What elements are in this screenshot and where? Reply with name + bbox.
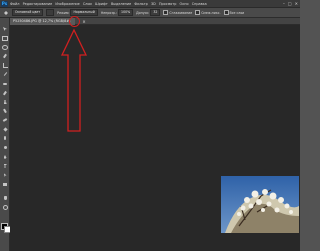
fill-source-select[interactable]: Основной цвет	[12, 9, 44, 16]
menu-view[interactable]: Просмотр	[159, 2, 176, 6]
quick-select-tool-icon[interactable]	[2, 53, 8, 59]
opacity-input[interactable]: 100%	[118, 9, 134, 16]
paint-bucket-icon	[4, 10, 8, 15]
antialias-label: Сглаживание	[169, 10, 193, 15]
close-icon[interactable]: ×	[80, 18, 88, 25]
antialias-checkbox[interactable]: Сглаживание	[163, 10, 192, 15]
opacity-label: Непрозр.:	[100, 10, 118, 15]
menu-layers[interactable]: Слои	[83, 2, 92, 6]
menu-3d[interactable]: 3D	[151, 2, 156, 6]
document-photo[interactable]	[221, 176, 299, 233]
all-layers-check[interactable]	[223, 10, 229, 15]
antialias-check[interactable]	[163, 10, 169, 15]
paint-bucket-icon[interactable]	[2, 126, 8, 132]
tools-panel	[0, 18, 11, 251]
menu-help[interactable]: Справка	[192, 2, 207, 6]
lasso-tool-icon[interactable]	[2, 44, 8, 50]
menu-bar: Ps Файл Редактирование Изображение Слои …	[0, 0, 300, 8]
tolerance-input[interactable]: 32	[150, 9, 161, 16]
document-title: P5250486.JPG @ 12,7% (RGB/8#)	[13, 19, 71, 23]
hand-tool-icon[interactable]	[2, 195, 8, 201]
mode-group: Режим: Нормальный	[57, 9, 98, 16]
menu-type[interactable]: Шрифт	[95, 2, 108, 6]
shape-tool-icon[interactable]	[2, 181, 8, 187]
blur-tool-icon[interactable]	[2, 135, 8, 141]
contiguous-checkbox[interactable]: Смеж.пикс.	[195, 10, 221, 15]
crop-tool-icon[interactable]	[2, 62, 8, 68]
menu-file[interactable]: Файл	[10, 2, 19, 6]
canvas-area[interactable]	[10, 25, 300, 251]
annotation-circle	[69, 16, 80, 27]
healing-tool-icon[interactable]	[2, 81, 8, 87]
options-bar: Основной цвет Режим: Нормальный Непрозр.…	[0, 8, 300, 18]
all-layers-label: Все слои	[229, 10, 245, 15]
fill-source-value: Основной цвет	[12, 9, 44, 16]
blossom-tree-image	[221, 176, 299, 233]
menu-image[interactable]: Изображение	[55, 2, 79, 6]
marquee-tool-icon[interactable]	[2, 35, 8, 41]
opacity-group: Непрозр.: 100%	[100, 9, 134, 16]
menu-filter[interactable]: Фильтр	[134, 2, 147, 6]
pattern-swatch	[46, 9, 55, 16]
menu-select[interactable]: Выделение	[111, 2, 131, 6]
path-select-icon[interactable]	[2, 172, 8, 178]
history-brush-icon[interactable]	[2, 108, 8, 114]
contiguous-label: Смеж.пикс.	[201, 10, 221, 15]
menu-window[interactable]: Окно	[180, 2, 189, 6]
eraser-tool-icon[interactable]	[2, 117, 8, 123]
type-tool-icon[interactable]	[2, 163, 8, 169]
stamp-tool-icon[interactable]	[2, 99, 8, 105]
close-window-button[interactable]: ✕	[295, 1, 298, 6]
maximize-button[interactable]: □	[288, 1, 292, 6]
all-layers-checkbox[interactable]: Все слои	[223, 10, 245, 15]
mode-select[interactable]: Нормальный	[70, 9, 98, 16]
mode-label: Режим:	[57, 10, 70, 15]
zoom-tool-icon[interactable]	[2, 204, 8, 210]
pen-tool-icon[interactable]	[2, 154, 8, 160]
minimize-button[interactable]: –	[283, 1, 285, 6]
pattern-picker[interactable]	[46, 9, 55, 16]
tolerance-group: Допуск: 32	[136, 9, 161, 16]
eyedropper-tool-icon[interactable]	[2, 71, 8, 77]
brush-tool-icon[interactable]	[2, 90, 8, 96]
photoshop-logo-icon: Ps	[1, 0, 8, 7]
document-tab[interactable]: P5250486.JPG @ 12,7% (RGB/8#)	[10, 18, 76, 25]
move-tool-icon[interactable]	[2, 26, 8, 32]
tool-preset-picker[interactable]	[3, 10, 9, 16]
contiguous-check[interactable]	[195, 10, 201, 15]
tolerance-label: Допуск:	[136, 10, 150, 15]
menu-edit[interactable]: Редактирование	[23, 2, 53, 6]
window-controls: – □ ✕	[283, 1, 298, 6]
dodge-tool-icon[interactable]	[2, 144, 8, 150]
document-tab-bar: P5250486.JPG @ 12,7% (RGB/8#) ×	[10, 18, 300, 25]
